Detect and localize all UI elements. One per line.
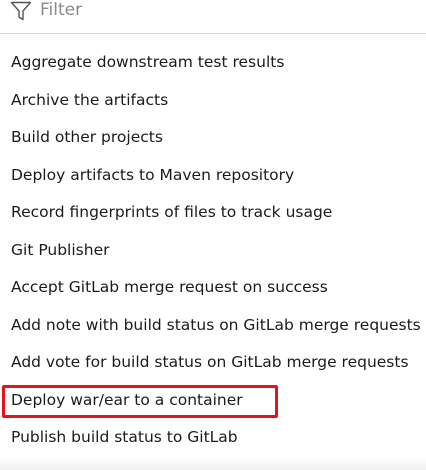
menu-item-add-note-gitlab[interactable]: Add note with build status on GitLab mer… [0,307,426,345]
menu-item-add-vote-gitlab[interactable]: Add vote for build status on GitLab merg… [0,344,426,382]
menu-item-archive-the-artifacts[interactable]: Archive the artifacts [0,82,426,120]
post-build-action-dropdown: Aggregate downstream test results Archiv… [0,0,426,470]
filter-bar [0,0,426,34]
bottom-shadow [0,456,426,470]
filter-input[interactable] [40,0,410,24]
menu-item-accept-gitlab-merge-request[interactable]: Accept GitLab merge request on success [0,269,426,307]
funnel-icon [10,1,32,21]
menu-item-deploy-artifacts-to-maven[interactable]: Deploy artifacts to Maven repository [0,157,426,195]
menu-item-git-publisher[interactable]: Git Publisher [0,232,426,270]
menu-item-record-fingerprints[interactable]: Record fingerprints of files to track us… [0,194,426,232]
menu-item-publish-build-status-gitlab[interactable]: Publish build status to GitLab [0,419,426,457]
menu-item-deploy-war-ear-to-container[interactable]: Deploy war/ear to a container [0,382,426,420]
menu-item-build-other-projects[interactable]: Build other projects [0,119,426,157]
menu-list: Aggregate downstream test results Archiv… [0,44,426,457]
menu-item-aggregate-downstream-test-results[interactable]: Aggregate downstream test results [0,44,426,82]
